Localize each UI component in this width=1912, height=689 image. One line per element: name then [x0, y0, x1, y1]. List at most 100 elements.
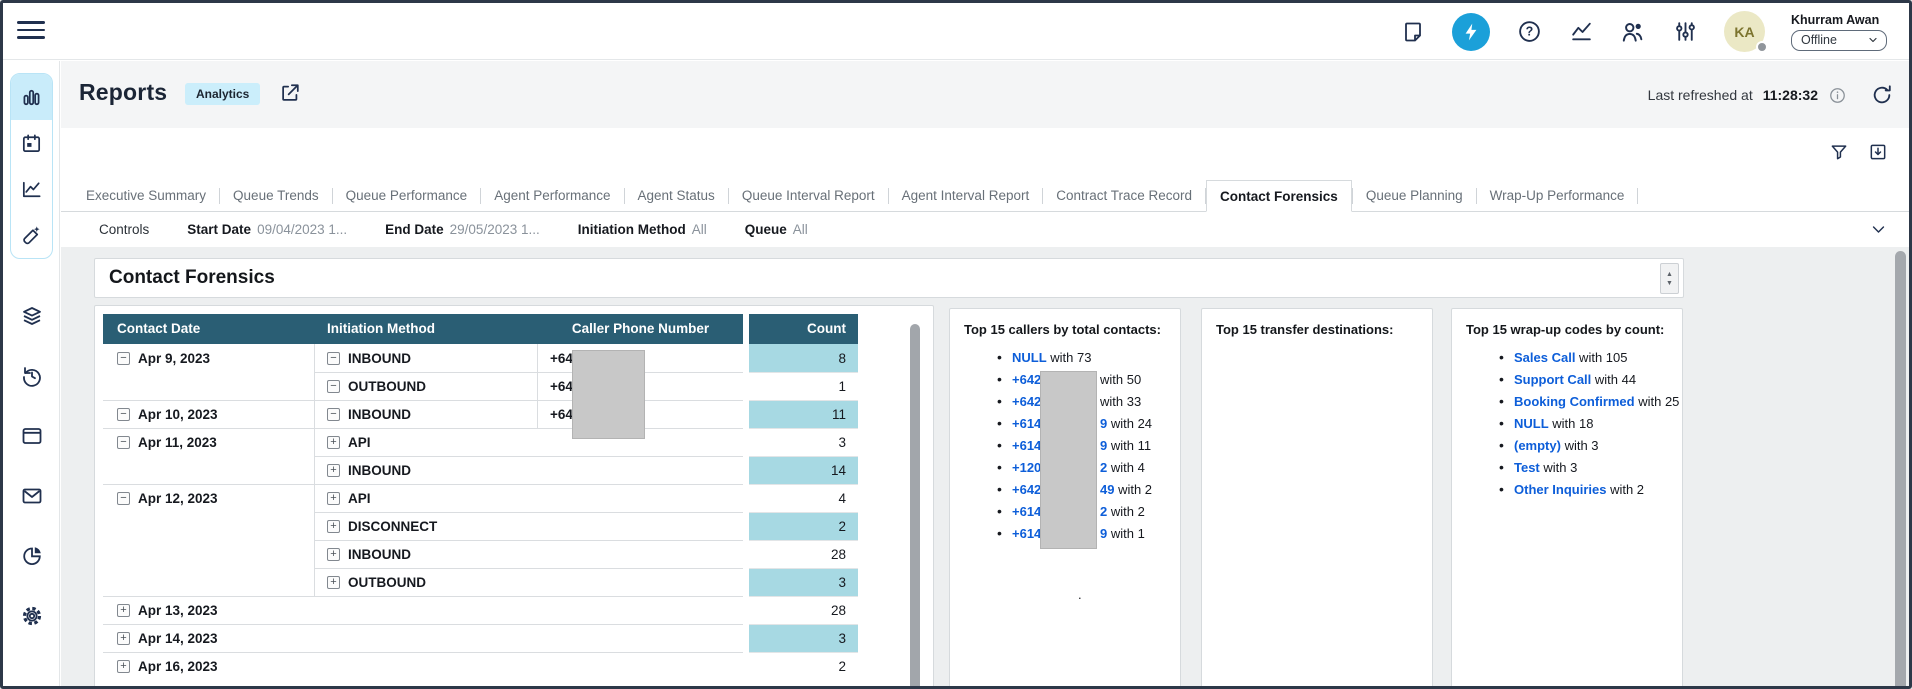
control-end-date[interactable]: End Date29/05/2023 1...: [385, 222, 540, 237]
list-item: Support Call with 44: [1452, 371, 1682, 393]
toggle-expand-icon[interactable]: +: [327, 492, 340, 505]
control-start-date[interactable]: Start Date09/04/2023 1...: [187, 222, 347, 237]
toggle-collapse-icon[interactable]: −: [117, 408, 130, 421]
sidebar-item-pie-chart[interactable]: [20, 544, 44, 568]
caller-link[interactable]: +120: [1012, 460, 1041, 475]
item-link[interactable]: Other Inquiries: [1514, 482, 1606, 497]
tab-agent-interval-report[interactable]: Agent Interval Report: [889, 180, 1043, 211]
lightning-icon[interactable]: [1452, 13, 1490, 51]
metrics-icon[interactable]: [1568, 19, 1594, 45]
sidebar-item-calendar[interactable]: [11, 120, 52, 166]
tab-wrap-up-performance[interactable]: Wrap-Up Performance: [1477, 180, 1638, 211]
tab-agent-status[interactable]: Agent Status: [625, 180, 728, 211]
sidebar-item-brush[interactable]: [11, 212, 52, 258]
external-link-icon[interactable]: [279, 82, 301, 104]
item-link[interactable]: Test: [1514, 460, 1540, 475]
caller-link[interactable]: +642: [1012, 482, 1041, 497]
cell-count: 3: [749, 568, 858, 596]
list-item-tail: with 50: [1100, 371, 1141, 388]
caller-link-suffix[interactable]: 2: [1100, 460, 1107, 475]
cell-initiation-method: +INBOUND: [315, 456, 743, 484]
caller-link-suffix[interactable]: 9: [1100, 416, 1107, 431]
toggle-expand-icon[interactable]: +: [327, 576, 340, 589]
people-icon[interactable]: [1620, 19, 1646, 45]
item-link[interactable]: Sales Call: [1514, 350, 1575, 365]
caller-link[interactable]: +642: [1012, 394, 1041, 409]
toggle-expand-icon[interactable]: +: [327, 436, 340, 449]
toggle-collapse-icon[interactable]: −: [117, 436, 130, 449]
item-link[interactable]: NULL: [1514, 416, 1549, 431]
toggle-expand-icon[interactable]: +: [327, 464, 340, 477]
cell-count: 3: [749, 428, 858, 456]
panel-wrapup-codes: Top 15 wrap-up codes by count: Sales Cal…: [1451, 308, 1683, 689]
controls-collapse-icon[interactable]: [1870, 221, 1887, 238]
tab-executive-summary[interactable]: Executive Summary: [73, 180, 219, 211]
caller-link[interactable]: +642: [1012, 372, 1041, 387]
hamburger-menu-icon[interactable]: [17, 16, 45, 44]
caller-link-suffix[interactable]: 9: [1100, 526, 1107, 541]
sidebar-item-settings[interactable]: [20, 604, 44, 628]
control-initiation-method[interactable]: Initiation MethodAll: [578, 222, 707, 237]
toggle-expand-icon[interactable]: +: [117, 660, 130, 673]
panel-title: Top 15 transfer destinations:: [1216, 322, 1418, 337]
page-scrollbar[interactable]: [1895, 251, 1906, 689]
control-label: End Date: [385, 222, 444, 237]
sidebar-item-bar-chart[interactable]: [11, 74, 52, 120]
tab-bar: Executive SummaryQueue TrendsQueue Perfo…: [61, 180, 1909, 212]
analytics-badge[interactable]: Analytics: [185, 83, 260, 105]
tab-contact-forensics[interactable]: Contact Forensics: [1206, 180, 1352, 212]
caller-link[interactable]: +614: [1012, 504, 1041, 519]
control-queue[interactable]: QueueAll: [745, 222, 808, 237]
tab-queue-interval-report[interactable]: Queue Interval Report: [729, 180, 888, 211]
info-icon[interactable]: [1828, 86, 1847, 105]
table-scrollbar[interactable]: [910, 324, 920, 689]
caller-link-suffix[interactable]: 9: [1100, 438, 1107, 453]
line-chart-icon: [20, 178, 43, 201]
cell-initiation-method: +API: [315, 428, 743, 456]
caller-link[interactable]: +614: [1012, 438, 1041, 453]
list-item-tail: 9 with 1: [1100, 525, 1145, 542]
item-link[interactable]: Booking Confirmed: [1514, 394, 1635, 409]
toggle-collapse-icon[interactable]: −: [327, 352, 340, 365]
list-item: (empty) with 3: [1452, 437, 1682, 459]
caller-link-suffix[interactable]: 2: [1100, 504, 1107, 519]
gear-icon: [20, 604, 44, 628]
redaction-box: [572, 350, 645, 439]
toggle-collapse-icon[interactable]: −: [117, 352, 130, 365]
caller-link[interactable]: +614: [1012, 416, 1041, 431]
filter-icon[interactable]: [1828, 141, 1850, 163]
spinner-control[interactable]: ▲▼: [1660, 263, 1679, 294]
toggle-expand-icon[interactable]: +: [327, 520, 340, 533]
tab-queue-performance[interactable]: Queue Performance: [333, 180, 481, 211]
sidebar-item-mail[interactable]: [20, 484, 44, 508]
sidebar-item-line-chart[interactable]: [11, 166, 52, 212]
list-item: Test with 3: [1452, 459, 1682, 481]
toggle-expand-icon[interactable]: +: [117, 632, 130, 645]
tab-queue-trends[interactable]: Queue Trends: [220, 180, 332, 211]
refresh-icon[interactable]: [1871, 84, 1893, 106]
sliders-icon[interactable]: [1672, 19, 1698, 45]
sidebar-item-history[interactable]: [20, 364, 44, 388]
sidebar-item-layers[interactable]: [20, 304, 44, 328]
tab-queue-planning[interactable]: Queue Planning: [1353, 180, 1476, 211]
toggle-collapse-icon[interactable]: −: [327, 408, 340, 421]
cell-contact-date: −Apr 11, 2023: [103, 428, 315, 456]
toggle-collapse-icon[interactable]: −: [327, 380, 340, 393]
item-link[interactable]: Support Call: [1514, 372, 1591, 387]
status-select[interactable]: Offline: [1791, 30, 1887, 51]
help-icon[interactable]: ?: [1516, 19, 1542, 45]
sidebar-item-window[interactable]: [20, 424, 44, 448]
main-content: Reports Analytics Last refreshed at 11:2…: [61, 61, 1909, 686]
caller-link-suffix[interactable]: 49: [1100, 482, 1114, 497]
note-icon[interactable]: [1400, 19, 1426, 45]
tab-agent-performance[interactable]: Agent Performance: [481, 180, 623, 211]
tab-contract-trace-record[interactable]: Contract Trace Record: [1043, 180, 1205, 211]
item-link[interactable]: (empty): [1514, 438, 1561, 453]
item-link[interactable]: NULL: [1012, 350, 1047, 365]
caller-link[interactable]: +614: [1012, 526, 1041, 541]
toggle-expand-icon[interactable]: +: [117, 604, 130, 617]
toggle-expand-icon[interactable]: +: [327, 548, 340, 561]
toggle-collapse-icon[interactable]: −: [117, 492, 130, 505]
download-icon[interactable]: [1867, 141, 1889, 163]
cell-initiation-method: +DISCONNECT: [315, 512, 743, 540]
